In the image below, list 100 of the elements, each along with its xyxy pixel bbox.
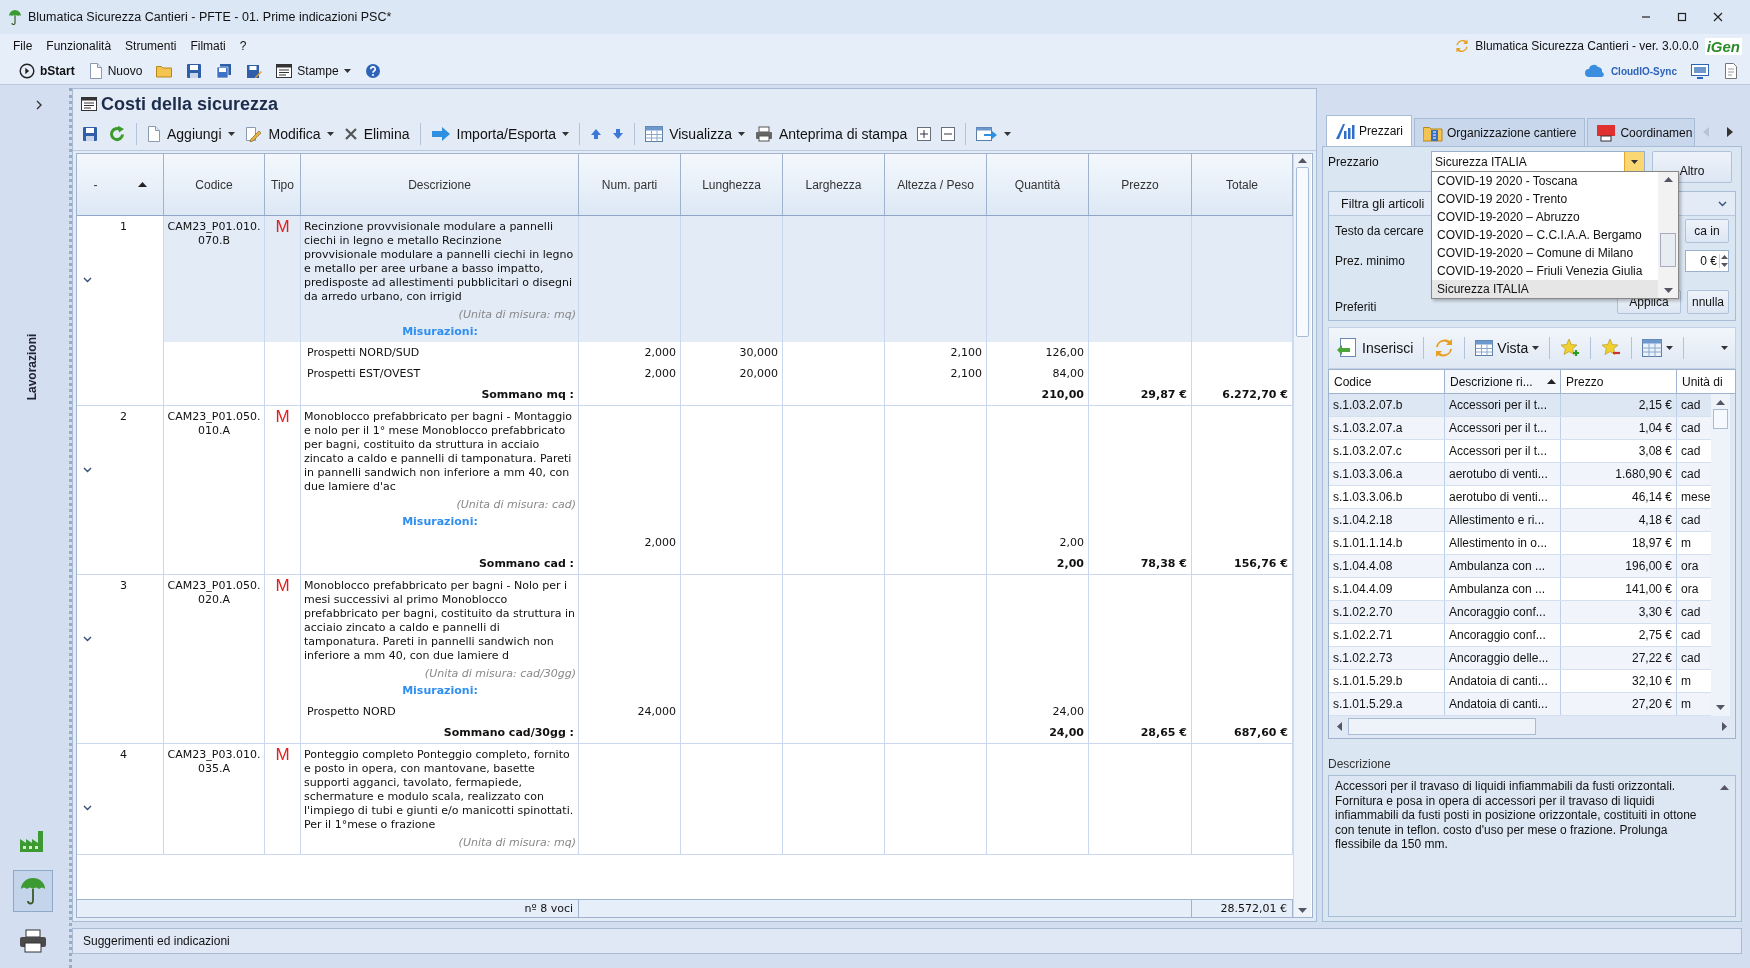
column-header[interactable]: Prezzo bbox=[1089, 154, 1192, 215]
chevron-down-icon[interactable] bbox=[83, 467, 92, 473]
dropdown-option[interactable]: COVID-19-2020 – C.C.I.A.A. Bergamo bbox=[1432, 226, 1658, 244]
column-header[interactable]: Num. parti bbox=[579, 154, 681, 215]
table-row[interactable]: s.1.04.4.09 Ambulanza con ... 141,00 € ora bbox=[1329, 578, 1711, 601]
table-row[interactable]: s.1.03.2.07.c Accessori per il t... 3,08 € cad bbox=[1329, 440, 1711, 463]
scroll-up-icon bbox=[1720, 785, 1729, 790]
table-cell: s.1.02.2.71 bbox=[1329, 624, 1445, 646]
unit-note: (Unita di misura: mq) bbox=[457, 307, 576, 323]
menu-item[interactable]: File bbox=[12, 37, 34, 55]
dropdown-option[interactable]: Sicurezza ITALIA bbox=[1432, 280, 1658, 298]
table-cell: 18,97 € bbox=[1561, 532, 1677, 554]
column-header[interactable]: Codice bbox=[164, 154, 265, 215]
vertical-scrollbar[interactable] bbox=[1293, 154, 1311, 917]
search-in-button[interactable]: ca in bbox=[1685, 219, 1729, 243]
menu-item[interactable]: ? bbox=[238, 37, 248, 55]
chevron-down-icon[interactable] bbox=[83, 805, 92, 811]
chevron-down-icon[interactable] bbox=[83, 636, 92, 642]
table-row[interactable]: s.1.03.3.06.b aerotubo di venti... 46,14 € mese bbox=[1329, 486, 1711, 509]
column-header[interactable]: Lunghezza bbox=[681, 154, 783, 215]
code-cell: CAM23_P01.010.070.B bbox=[164, 216, 265, 342]
table-row[interactable]: s.1.01.5.29.b Andatoia di canti... 32,10 € m bbox=[1329, 670, 1711, 693]
dropdown-option[interactable]: COVID-19-2020 – Friuli Venezia Giulia bbox=[1432, 262, 1658, 280]
sort-arrow-icon bbox=[137, 182, 147, 187]
table-row[interactable]: s.1.01.1.14.b Allestimento in o... 18,97 € m bbox=[1329, 532, 1711, 555]
table-row[interactable]: s.1.01.5.29.a Andatoia di canti... 27,20 € m bbox=[1329, 693, 1711, 716]
chevron-down-icon[interactable] bbox=[83, 277, 92, 283]
import-export-button[interactable]: Importa/Esporta bbox=[427, 123, 573, 144]
start-button[interactable]: bStart bbox=[16, 61, 78, 81]
tab[interactable]: Organizzazione cantiere bbox=[1414, 118, 1586, 146]
version-label: Blumatica Sicurezza Cantieri - ver. 3.0.0.0 bbox=[1475, 39, 1699, 53]
help-icon bbox=[364, 63, 381, 79]
description-text: Monoblocco prefabbricato per bagni - Nolo per i mesi successivi al primo Monoblocco prefabbricato per bagni, costituito da struttura in acciaio zincato a caldo e pannelli di tamponatura. Pareti in pannelli sandwich non inferiore a mm 40, con due lamiere d bbox=[304, 579, 576, 663]
min-price-field[interactable]: 0 € bbox=[1685, 250, 1729, 272]
tab[interactable]: Prezzari bbox=[1326, 115, 1412, 146]
print-button[interactable]: Stampe bbox=[273, 61, 354, 81]
overflow-button[interactable] bbox=[1718, 344, 1731, 352]
menu-item[interactable]: Funzionalità bbox=[45, 37, 113, 55]
row-number: 4 bbox=[120, 748, 128, 761]
column-header[interactable]: Descrizione ri... bbox=[1445, 370, 1561, 393]
report-icon bbox=[276, 63, 293, 79]
vertical-scrollbar[interactable] bbox=[1711, 394, 1730, 716]
sidebar-item[interactable] bbox=[12, 870, 53, 912]
table-row[interactable]: s.1.03.3.06.a aerotubo di venti... 1.680,90 € cad bbox=[1329, 463, 1711, 486]
cloud-sync-button[interactable]: CloudIO-Sync bbox=[1580, 62, 1680, 80]
item-count: nº 8 voci bbox=[524, 902, 573, 915]
table-row[interactable] bbox=[77, 216, 1293, 342]
table-cell: s.1.04.4.09 bbox=[1329, 578, 1445, 600]
scroll-thumb[interactable] bbox=[1296, 167, 1309, 337]
scroll-thumb[interactable] bbox=[1348, 717, 1536, 735]
table-cell: Prospetti EST/OVEST bbox=[301, 363, 579, 384]
table-cell: 1,04 € bbox=[1561, 417, 1677, 439]
dropdown-field[interactable]: Sicurezza ITALIA bbox=[1431, 151, 1645, 172]
dropdown-option[interactable]: COVID-19 2020 - Trento bbox=[1432, 190, 1658, 208]
scroll-down-icon bbox=[1663, 288, 1673, 293]
table-cell-text: cad bbox=[1680, 466, 1702, 483]
column-header[interactable]: Prezzo bbox=[1561, 370, 1677, 393]
table-row[interactable]: s.1.03.2.07.b Accessori per il t... 2,15 € cad bbox=[1329, 394, 1711, 417]
column-header[interactable]: - bbox=[77, 154, 164, 215]
new-button[interactable]: Nuovo bbox=[85, 61, 146, 81]
play-circle-icon bbox=[19, 63, 35, 79]
table-row[interactable]: s.1.03.2.07.a Accessori per il t... 1,04 € cad bbox=[1329, 417, 1711, 440]
menu-item[interactable]: Strumenti bbox=[124, 37, 178, 55]
delete-button[interactable]: Elimina bbox=[340, 123, 413, 144]
cancel-button[interactable]: nnulla bbox=[1687, 290, 1729, 314]
menu-item[interactable]: Filmati bbox=[189, 37, 227, 55]
chevron-down-icon bbox=[1718, 200, 1727, 207]
table-row[interactable]: s.1.02.2.70 Ancoraggio conf... 3,30 € cad bbox=[1329, 601, 1711, 624]
caret-icon bbox=[1631, 159, 1638, 164]
table-cell: 24,00 bbox=[987, 722, 1089, 743]
new-button[interactable]: Aggiungi bbox=[144, 123, 238, 144]
column-header[interactable]: Altezza / Peso bbox=[885, 154, 987, 215]
table-cell-text: m bbox=[1680, 535, 1692, 552]
column-header[interactable]: Tipo bbox=[265, 154, 301, 215]
view-button[interactable]: Visualizza bbox=[642, 123, 748, 144]
sum-label: Sommano mq : bbox=[301, 384, 579, 405]
print-preview-button[interactable]: Anteprima di stampa bbox=[751, 123, 911, 144]
table-cell: 2,000 bbox=[579, 363, 681, 384]
star-add-icon bbox=[1560, 338, 1581, 358]
column-header[interactable]: Unità di bbox=[1677, 370, 1735, 393]
table-row[interactable]: s.1.02.2.73 Ancoraggio delle... 27,22 € cad bbox=[1329, 647, 1711, 670]
edit-button[interactable]: Modifica bbox=[241, 123, 337, 144]
list-scrollbar[interactable] bbox=[1658, 172, 1678, 298]
view-button[interactable]: Vista bbox=[1472, 338, 1543, 358]
dropdown-option[interactable]: COVID-19-2020 – Abruzzo bbox=[1432, 208, 1658, 226]
section-label: Misurazioni: bbox=[401, 324, 479, 340]
unit-note: (Unita di misura: mq) bbox=[457, 835, 576, 851]
table-cell: s.1.02.2.73 bbox=[1329, 647, 1445, 669]
column-header[interactable]: Quantità bbox=[987, 154, 1089, 215]
column-header[interactable]: Larghezza bbox=[783, 154, 885, 215]
table-row[interactable]: s.1.04.2.18 Allestimento e ri... 4,18 € cad bbox=[1329, 509, 1711, 532]
monitor-button[interactable] bbox=[1688, 61, 1712, 81]
column-header[interactable]: Descrizione bbox=[301, 154, 579, 215]
scroll-thumb[interactable] bbox=[1713, 409, 1728, 429]
insert-button[interactable]: Inserisci bbox=[1333, 336, 1417, 360]
tab[interactable]: Coordinamen bbox=[1587, 118, 1696, 146]
dropdown-option[interactable]: COVID-19-2020 – Comune di Milano bbox=[1432, 244, 1658, 262]
scroll-thumb[interactable] bbox=[1660, 233, 1676, 267]
table-row[interactable]: s.1.04.4.08 Ambulanza con ... 196,00 € ora bbox=[1329, 555, 1711, 578]
table-row[interactable]: s.1.02.2.71 Ancoraggio conf... 2,75 € cad bbox=[1329, 624, 1711, 647]
